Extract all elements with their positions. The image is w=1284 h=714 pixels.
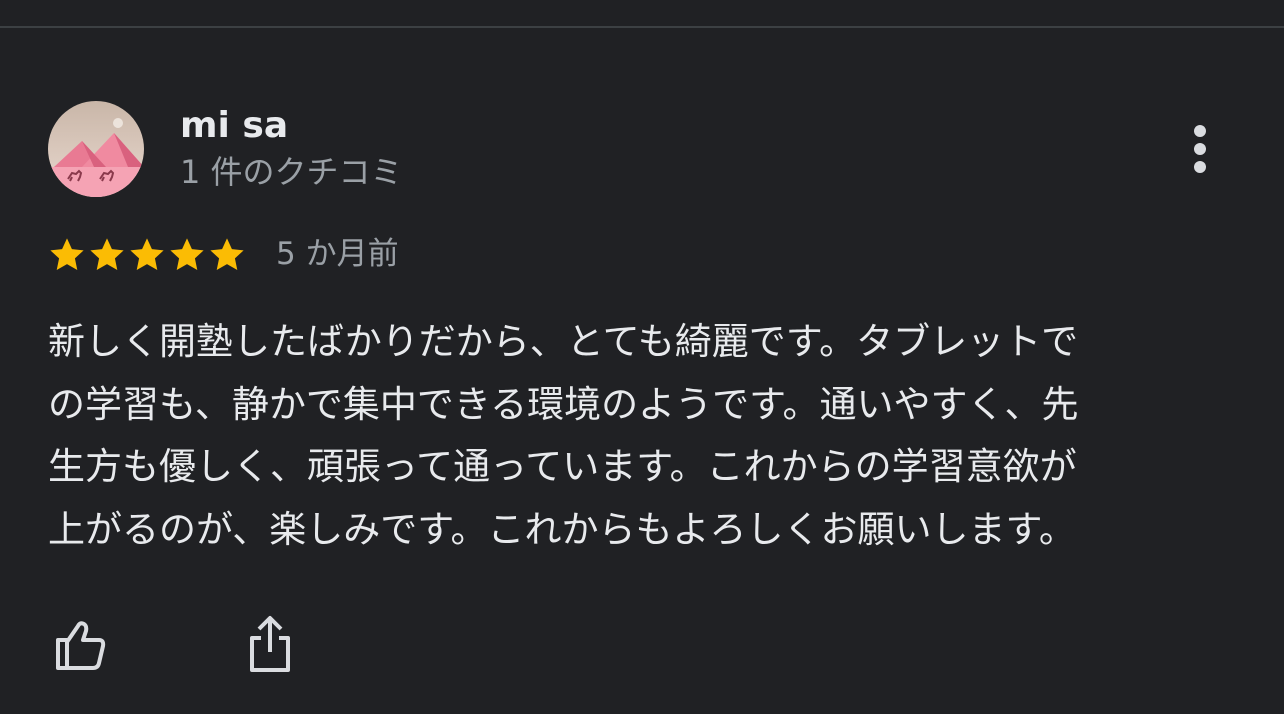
divider — [0, 26, 1284, 28]
camel-pyramid-avatar-icon — [48, 101, 144, 197]
avatar[interactable] — [48, 101, 144, 197]
star-rating — [48, 236, 246, 274]
more-vert-icon — [1194, 125, 1206, 173]
reviewer-name[interactable]: mi sa — [180, 104, 288, 148]
thumbs-up-icon — [56, 621, 106, 670]
star-icon — [90, 238, 124, 271]
like-button[interactable] — [48, 612, 112, 676]
star-icon — [50, 238, 84, 271]
review-text: 新しく開塾したばかりだから、とても綺麗です。タブレットで の学習も、静かで集中でき… — [48, 311, 1228, 561]
review-text-line: 新しく開塾したばかりだから、とても綺麗です。タブレットで — [48, 320, 1079, 363]
star-icon — [130, 238, 164, 271]
star-icon — [210, 238, 244, 271]
review-text-line: の学習も、静かで集中できる環境のようです。通いやすく、先 — [48, 382, 1079, 426]
more-options-button[interactable] — [1172, 118, 1228, 180]
share-icon — [250, 616, 290, 672]
review-date: 5 か月前 — [276, 236, 399, 272]
reviewer-review-count: 1 件のクチコミ — [180, 153, 403, 191]
share-button[interactable] — [238, 612, 302, 676]
review-card: mi sa 1 件のクチコミ 5 か月前 新しく開塾したばかりだから、とても綺麗… — [0, 0, 1284, 714]
review-text-line: 上がるのが、楽しみです。これからもよろしくお願いします。 — [48, 507, 1076, 551]
review-text-line: 生方も優しく、頑張って通っています。これからの学習意欲が — [48, 445, 1077, 488]
star-icon — [170, 238, 204, 271]
